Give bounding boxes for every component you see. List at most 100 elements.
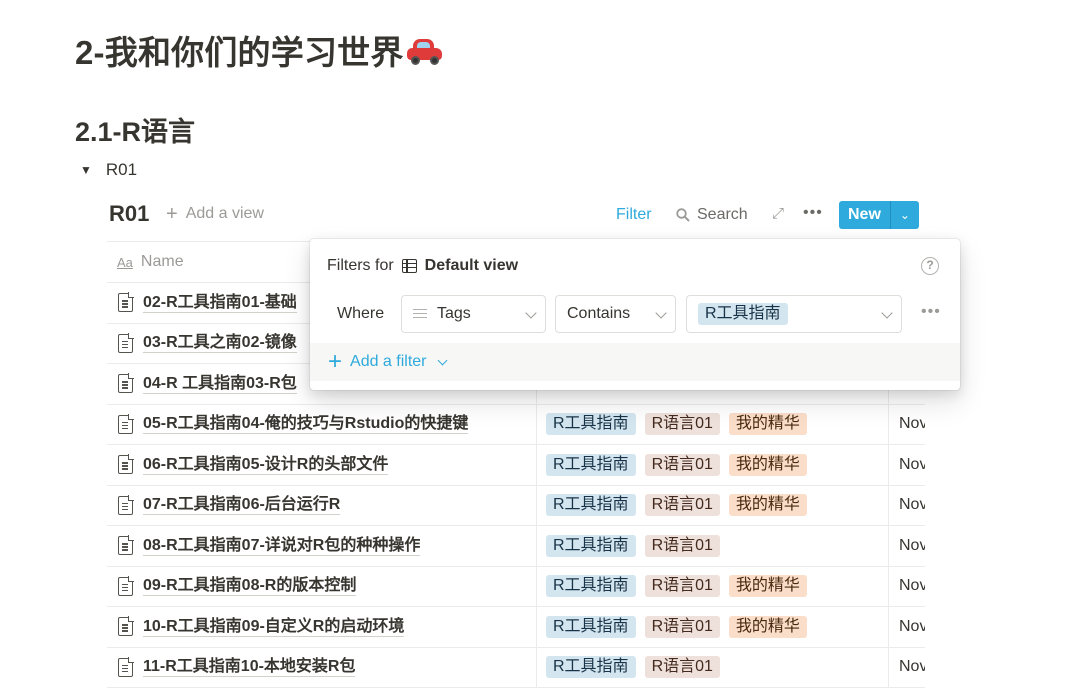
table-row[interactable]: 06-R工具指南05-设计R的头部文件 R工具指南R语言01我的精华Nov xyxy=(107,445,925,486)
name-cell[interactable]: 08-R工具指南07-详说对R包的种种操作 xyxy=(107,526,537,566)
expand-icon[interactable]: ⤢ xyxy=(772,205,784,222)
page-document-icon xyxy=(118,617,133,636)
date-cell[interactable]: Nov xyxy=(889,658,925,676)
name-header-label: Name xyxy=(141,253,184,271)
page-document-icon xyxy=(118,293,133,312)
name-cell[interactable]: 07-R工具指南06-后台运行R xyxy=(107,486,537,526)
tags-cell[interactable]: R工具指南 R语言01 xyxy=(537,648,889,688)
table-row[interactable]: 07-R工具指南06-后台运行R R工具指南 R语言01 我的精华 Nov xyxy=(107,486,925,527)
tags-cell[interactable]: R工具指南 R语言01 我的精华 xyxy=(537,607,889,647)
tag-chip: R语言01 xyxy=(645,616,720,638)
filter-property-select[interactable]: Tags xyxy=(401,295,546,333)
table-view-icon xyxy=(402,259,417,273)
tag-chip: R语言01 xyxy=(645,535,720,557)
date-cell[interactable]: Nov xyxy=(889,537,925,555)
help-icon[interactable]: ? xyxy=(921,257,939,275)
filter-button[interactable]: Filter xyxy=(616,206,652,224)
table-row[interactable]: 05-R工具指南04-俺的技巧与Rstudio的快捷键R工具指南R语言01我的精… xyxy=(107,405,925,446)
list-property-icon xyxy=(413,309,427,319)
tag-chip: R工具指南 xyxy=(546,616,636,638)
new-dropdown-chevron-icon[interactable]: ⌄ xyxy=(890,201,919,229)
tag-chip: R工具指南 xyxy=(546,575,636,597)
tags-cell[interactable]: R工具指南 R语言01 xyxy=(537,526,889,566)
page-document-icon xyxy=(118,536,133,555)
page-heading-1: 2-我和你们的学习世界 xyxy=(75,26,444,74)
date-cell[interactable]: Nov xyxy=(889,618,925,636)
tag-chip: R语言01 xyxy=(645,413,720,435)
row-name[interactable]: 04-R 工具指南03-R包 xyxy=(143,374,297,394)
tag-chip: R工具指南 xyxy=(546,454,636,476)
filter-popup-prefix: Filters for xyxy=(327,257,394,275)
text-property-icon: Aa xyxy=(117,255,133,270)
row-name[interactable]: 05-R工具指南04-俺的技巧与Rstudio的快捷键 xyxy=(143,414,468,434)
page-document-icon xyxy=(118,374,133,393)
tag-chip: 我的精华 xyxy=(729,494,807,516)
search-icon xyxy=(676,208,690,222)
date-cell[interactable]: Nov xyxy=(889,415,925,433)
row-name[interactable]: 02-R工具指南01-基础 xyxy=(143,293,297,313)
date-cell[interactable]: Nov xyxy=(889,456,925,474)
chevron-down-icon xyxy=(525,307,536,318)
tags-cell[interactable]: R工具指南 R语言01 我的精华 xyxy=(537,567,889,607)
toggle-block[interactable]: ▼ R01 xyxy=(80,160,137,180)
new-button[interactable]: New xyxy=(839,201,890,229)
more-options-icon[interactable]: ••• xyxy=(803,204,823,222)
date-cell[interactable]: Nov xyxy=(889,496,925,514)
filter-popup: Filters for Default view ? Where Tags Co… xyxy=(310,239,960,390)
page-document-icon xyxy=(118,577,133,596)
row-name[interactable]: 07-R工具指南06-后台运行R xyxy=(143,495,340,515)
filter-value-tag: R工具指南 xyxy=(698,303,788,325)
page-document-icon xyxy=(118,658,133,677)
name-cell[interactable]: 05-R工具指南04-俺的技巧与Rstudio的快捷键 xyxy=(107,405,537,445)
tag-chip: 我的精华 xyxy=(729,454,807,476)
row-name[interactable]: 03-R工具之南02-镜像 xyxy=(143,333,297,353)
filter-operator-select[interactable]: Contains xyxy=(555,295,676,333)
tag-chip: R语言01 xyxy=(645,494,720,516)
filter-popup-title: Filters for Default view xyxy=(327,257,518,275)
tag-chip: 我的精华 xyxy=(729,575,807,597)
tag-chip: R工具指南 xyxy=(546,494,636,516)
row-name[interactable]: 11-R工具指南10-本地安装R包 xyxy=(143,657,355,677)
view-name: Default view xyxy=(425,257,518,275)
tags-cell[interactable]: R工具指南R语言01我的精华 xyxy=(537,405,889,445)
page-document-icon xyxy=(118,415,133,434)
tag-chip: R工具指南 xyxy=(546,535,636,557)
chevron-down-icon xyxy=(881,307,892,318)
tag-chip: 我的精华 xyxy=(729,413,807,435)
row-name[interactable]: 10-R工具指南09-自定义R的启动环境 xyxy=(143,617,404,637)
car-emoji-icon xyxy=(406,37,444,67)
filter-more-options-icon[interactable]: ••• xyxy=(921,303,941,321)
new-button-group[interactable]: New ⌄ xyxy=(839,201,919,229)
name-cell[interactable]: 09-R工具指南08-R的版本控制 xyxy=(107,567,537,607)
plus-icon: + xyxy=(328,354,342,370)
row-name[interactable]: 09-R工具指南08-R的版本控制 xyxy=(143,576,356,596)
toggle-arrow-icon[interactable]: ▼ xyxy=(80,163,92,177)
add-filter-label: Add a filter xyxy=(350,353,426,371)
row-name[interactable]: 06-R工具指南05-设计R的头部文件 xyxy=(143,455,388,475)
name-cell[interactable]: 11-R工具指南10-本地安装R包 xyxy=(107,648,537,688)
tags-cell[interactable]: R工具指南R语言01我的精华 xyxy=(537,445,889,485)
page-heading-2: 2.1-R语言 xyxy=(75,110,195,149)
table-row[interactable]: 09-R工具指南08-R的版本控制 R工具指南 R语言01 我的精华 Nov xyxy=(107,567,925,608)
search-button[interactable]: Search xyxy=(676,206,748,224)
add-filter-button[interactable]: + Add a filter xyxy=(310,343,960,381)
where-label: Where xyxy=(337,305,384,323)
chevron-down-icon xyxy=(655,307,666,318)
database-title[interactable]: R01 xyxy=(109,201,149,227)
name-cell[interactable]: 06-R工具指南05-设计R的头部文件 xyxy=(107,445,537,485)
add-view-button[interactable]: + Add a view xyxy=(166,205,264,223)
table-row[interactable]: 10-R工具指南09-自定义R的启动环境 R工具指南 R语言01 我的精华 Nov xyxy=(107,607,925,648)
heading-1-text: 2-我和你们的学习世界 xyxy=(75,34,404,71)
plus-icon: + xyxy=(166,206,178,222)
date-cell[interactable]: Nov xyxy=(889,577,925,595)
tag-chip: R语言01 xyxy=(645,656,720,678)
tags-cell[interactable]: R工具指南 R语言01 我的精华 xyxy=(537,486,889,526)
tag-chip: 我的精华 xyxy=(729,616,807,638)
filter-value-select[interactable]: R工具指南 xyxy=(686,295,902,333)
row-name[interactable]: 08-R工具指南07-详说对R包的种种操作 xyxy=(143,536,420,556)
tag-chip: R工具指南 xyxy=(546,656,636,678)
name-cell[interactable]: 10-R工具指南09-自定义R的启动环境 xyxy=(107,607,537,647)
tag-chip: R语言01 xyxy=(645,575,720,597)
table-row[interactable]: 11-R工具指南10-本地安装R包 R工具指南 R语言01 Nov xyxy=(107,648,925,688)
table-row[interactable]: 08-R工具指南07-详说对R包的种种操作 R工具指南 R语言01 Nov xyxy=(107,526,925,567)
